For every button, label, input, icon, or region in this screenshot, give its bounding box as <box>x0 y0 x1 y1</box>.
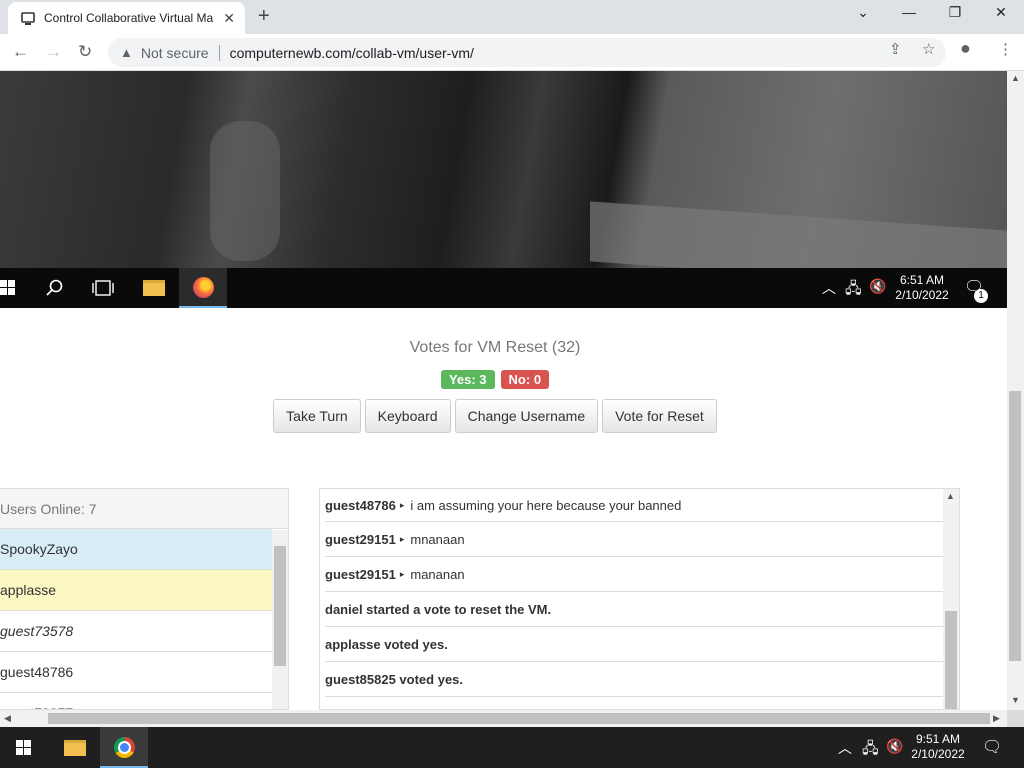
scroll-right-arrow-icon[interactable]: ▶ <box>993 713 1000 724</box>
tab-close-icon[interactable]: ✕ <box>223 10 235 27</box>
chat-system-message: guest73578 voted yes. <box>325 697 943 710</box>
keyboard-button[interactable]: Keyboard <box>364 399 451 433</box>
page-horizontal-scrollbar[interactable]: ◀ ▶ <box>0 710 1007 727</box>
chat-system-message: daniel started a vote to reset the VM. <box>325 592 943 627</box>
page-scroll-thumb[interactable] <box>1009 391 1021 661</box>
new-tab-button[interactable]: + <box>258 5 270 28</box>
scroll-left-arrow-icon[interactable]: ◀ <box>4 713 11 724</box>
chat-system-message: applasse voted yes. <box>325 627 943 662</box>
user-list-item[interactable]: guest73877 <box>0 693 272 709</box>
host-clock[interactable]: 9:51 AM 2/10/2022 <box>905 732 971 762</box>
users-online-header: Users Online: 7 <box>0 489 288 529</box>
vm-notification-badge: 1 <box>974 289 988 303</box>
page-vertical-scrollbar[interactable]: ▲ ▼ <box>1007 71 1024 710</box>
vm-file-explorer-icon[interactable] <box>143 280 165 296</box>
volume-muted-icon[interactable]: 🔇 <box>886 738 903 755</box>
vm-clock[interactable]: 6:51 AM 2/10/2022 <box>892 273 952 303</box>
chat-username[interactable]: guest29151 <box>325 567 396 582</box>
site-favicon-icon <box>21 12 35 25</box>
users-scroll-thumb[interactable] <box>274 546 286 666</box>
vote-counts: Yes: 3 No: 0 <box>0 370 990 389</box>
users-online-panel: Users Online: 7 SpookyZayo applasse gues… <box>0 488 289 710</box>
users-scrollbar[interactable] <box>272 530 288 709</box>
vm-search-icon[interactable] <box>46 279 64 297</box>
menu-kebab-icon[interactable]: ⋮ <box>998 40 1013 58</box>
yes-vote-badge: Yes: 3 <box>440 370 495 389</box>
no-vote-badge: No: 0 <box>500 370 550 389</box>
vm-taskbar[interactable]: ︿ 🖧 🔇 6:51 AM 2/10/2022 🗨 1 <box>0 268 1007 308</box>
chat-arrow-icon: ▸ <box>399 568 405 579</box>
scrollbar-corner <box>1007 710 1024 727</box>
user-list-item[interactable]: applasse <box>0 570 272 611</box>
security-label[interactable]: Not secure <box>141 45 209 61</box>
vm-network-icon[interactable]: 🖧 <box>845 278 862 303</box>
votes-title: Votes for VM Reset (32) <box>409 339 581 356</box>
warning-icon[interactable]: ▲ <box>120 45 133 60</box>
chat-message: guest48786 ▸ i am assuming your here bec… <box>325 489 943 522</box>
chat-text: mnanaan <box>410 531 465 547</box>
back-arrow-icon[interactable]: ← <box>12 42 29 62</box>
file-explorer-icon[interactable] <box>64 740 86 756</box>
tab-search-icon[interactable]: ⌄ <box>840 4 886 21</box>
host-date: 2/10/2022 <box>911 747 965 761</box>
reload-icon[interactable]: ↻ <box>78 42 92 62</box>
start-windows-icon[interactable] <box>16 740 31 755</box>
host-time: 9:51 AM <box>915 732 961 746</box>
vm-desktop-wallpaper <box>210 121 280 261</box>
host-taskbar[interactable]: ︿ 🖧 🔇 9:51 AM 2/10/2022 🗨 <box>0 727 1024 768</box>
share-icon[interactable]: ⇪ <box>889 40 902 58</box>
tray-chevron-icon[interactable]: ︿ <box>838 738 852 758</box>
profile-avatar-icon[interactable]: ● <box>960 38 971 59</box>
vm-firefox-icon[interactable] <box>193 277 214 298</box>
minimize-button[interactable]: — <box>886 4 932 20</box>
chat-arrow-icon: ▸ <box>399 533 405 544</box>
notification-icon[interactable]: 🗨 <box>982 737 1002 757</box>
chat-arrow-icon: ▸ <box>399 499 405 510</box>
chat-message: guest29151 ▸ mnanaan <box>325 522 943 557</box>
vm-start-windows-icon[interactable] <box>0 280 15 295</box>
url-text[interactable]: computernewb.com/collab-vm/user-vm/ <box>230 45 474 61</box>
chat-scrollbar[interactable]: ▲ <box>943 489 959 709</box>
take-turn-button[interactable]: Take Turn <box>273 399 361 433</box>
browser-tab[interactable]: Control Collaborative Virtual Ma ✕ <box>8 2 245 34</box>
vm-task-view-icon[interactable] <box>92 280 114 296</box>
vote-reset-button[interactable]: Vote for Reset <box>602 399 717 433</box>
change-username-button[interactable]: Change Username <box>454 399 599 433</box>
chat-username[interactable]: guest29151 <box>325 532 396 547</box>
chat-scroll-thumb[interactable] <box>945 611 957 709</box>
vm-time: 6:51 AM <box>899 273 945 287</box>
maximize-button[interactable]: ❐ <box>932 4 978 21</box>
user-list-item[interactable]: guest73578 <box>0 611 272 652</box>
address-bar[interactable]: ▲ Not secure computernewb.com/collab-vm/… <box>108 38 946 67</box>
chat-message: guest29151 ▸ mananan <box>325 557 943 592</box>
user-list-item[interactable]: guest48786 <box>0 652 272 693</box>
scroll-up-arrow-icon[interactable]: ▲ <box>1011 73 1020 83</box>
chat-text: mananan <box>410 566 465 582</box>
user-list-item[interactable]: SpookyZayo <box>0 529 272 570</box>
forward-arrow-icon[interactable]: → <box>45 42 62 62</box>
chat-text: i am assuming your here because your ban… <box>410 497 682 513</box>
scroll-up-arrow-icon[interactable]: ▲ <box>946 491 955 501</box>
browser-tab-strip: Control Collaborative Virtual Ma ✕ + ⌄ —… <box>0 0 1024 34</box>
divider <box>218 44 220 61</box>
vm-tray-chevron-icon[interactable]: ︿ <box>822 278 836 298</box>
vm-volume-muted-icon[interactable]: 🔇 <box>869 278 886 295</box>
close-window-button[interactable]: ✕ <box>978 4 1024 21</box>
tab-title: Control Collaborative Virtual Ma <box>44 11 214 25</box>
chat-system-message: guest85825 voted yes. <box>325 662 943 697</box>
vm-display[interactable]: ︿ 🖧 🔇 6:51 AM 2/10/2022 🗨 1 <box>0 71 1007 308</box>
chat-panel: guest48786 ▸ i am assuming your here bec… <box>319 488 960 710</box>
vm-date: 2/10/2022 <box>895 288 949 302</box>
bookmark-star-icon[interactable]: ☆ <box>922 40 935 58</box>
browser-toolbar: ← → ↻ ▲ Not secure computernewb.com/coll… <box>0 34 1024 71</box>
scroll-down-arrow-icon[interactable]: ▼ <box>1011 695 1020 705</box>
vm-controls: Take Turn Keyboard Change Username Vote … <box>0 399 990 433</box>
chat-username[interactable]: guest48786 <box>325 498 396 513</box>
page-hscroll-thumb[interactable] <box>48 713 990 724</box>
network-icon[interactable]: 🖧 <box>862 738 879 763</box>
chrome-icon[interactable] <box>114 737 135 758</box>
